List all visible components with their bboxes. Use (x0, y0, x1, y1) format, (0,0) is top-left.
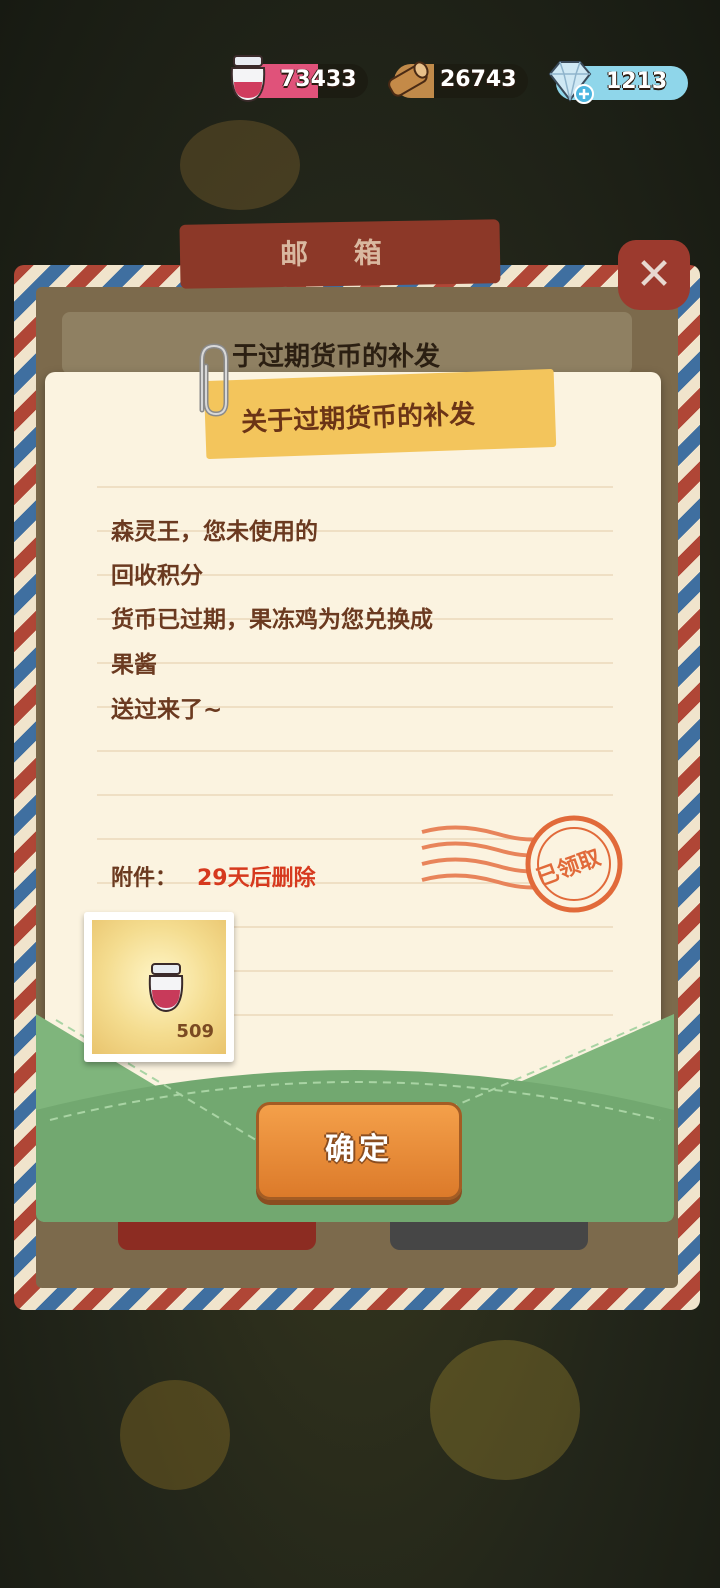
jam-jar-icon (148, 963, 184, 1013)
background-decoration (430, 1340, 580, 1480)
wood-log-icon (388, 61, 429, 97)
mail-list-item-title: 于过期货币的补发 (232, 342, 441, 372)
letter-line-5: 送过来了~ (111, 697, 223, 723)
letter-title: 关于过期货币的补发 (240, 399, 476, 438)
close-button[interactable]: ✕ (618, 240, 690, 310)
diamond-icon (548, 61, 594, 104)
background-decoration (180, 120, 300, 210)
secondary-button[interactable] (390, 1222, 588, 1250)
letter-title-tape: 关于过期货币的补发 (203, 368, 557, 460)
jam-currency[interactable]: 73433 (230, 55, 368, 103)
letter-line-3: 货币已过期，果冻鸡为您兑换成 (111, 607, 433, 633)
letter-line-2: 回收积分 (111, 563, 203, 589)
wood-currency[interactable]: 26743 (388, 61, 528, 98)
delete-button[interactable] (118, 1222, 316, 1250)
close-icon: ✕ (635, 249, 673, 300)
letter-line-4: 果酱 (111, 652, 157, 678)
mailbox-title: 邮 箱 (279, 235, 401, 272)
letter-line-1: 森灵王，您未使用的 (111, 519, 318, 545)
jam-value: 73433 (280, 67, 357, 92)
background-decoration (120, 1380, 230, 1490)
attachment-item-card[interactable]: 509 (84, 912, 234, 1062)
gem-currency[interactable]: 1213 (548, 61, 688, 104)
confirm-button[interactable]: 确定 (256, 1102, 462, 1200)
gem-value: 1213 (606, 69, 668, 94)
mail-list-item[interactable]: 于过期货币的补发 (62, 312, 632, 374)
attachment-item-count: 509 (176, 1021, 214, 1042)
jam-jar-icon (230, 55, 266, 103)
attachment-expiry: 29天后删除 (197, 866, 316, 891)
wood-value: 26743 (440, 67, 517, 92)
paperclip-icon (199, 343, 229, 417)
confirm-button-label: 确定 (325, 1132, 393, 1167)
attachment-label: 附件： (111, 866, 178, 891)
mailbox-title-tab: 邮 箱 (179, 219, 501, 289)
